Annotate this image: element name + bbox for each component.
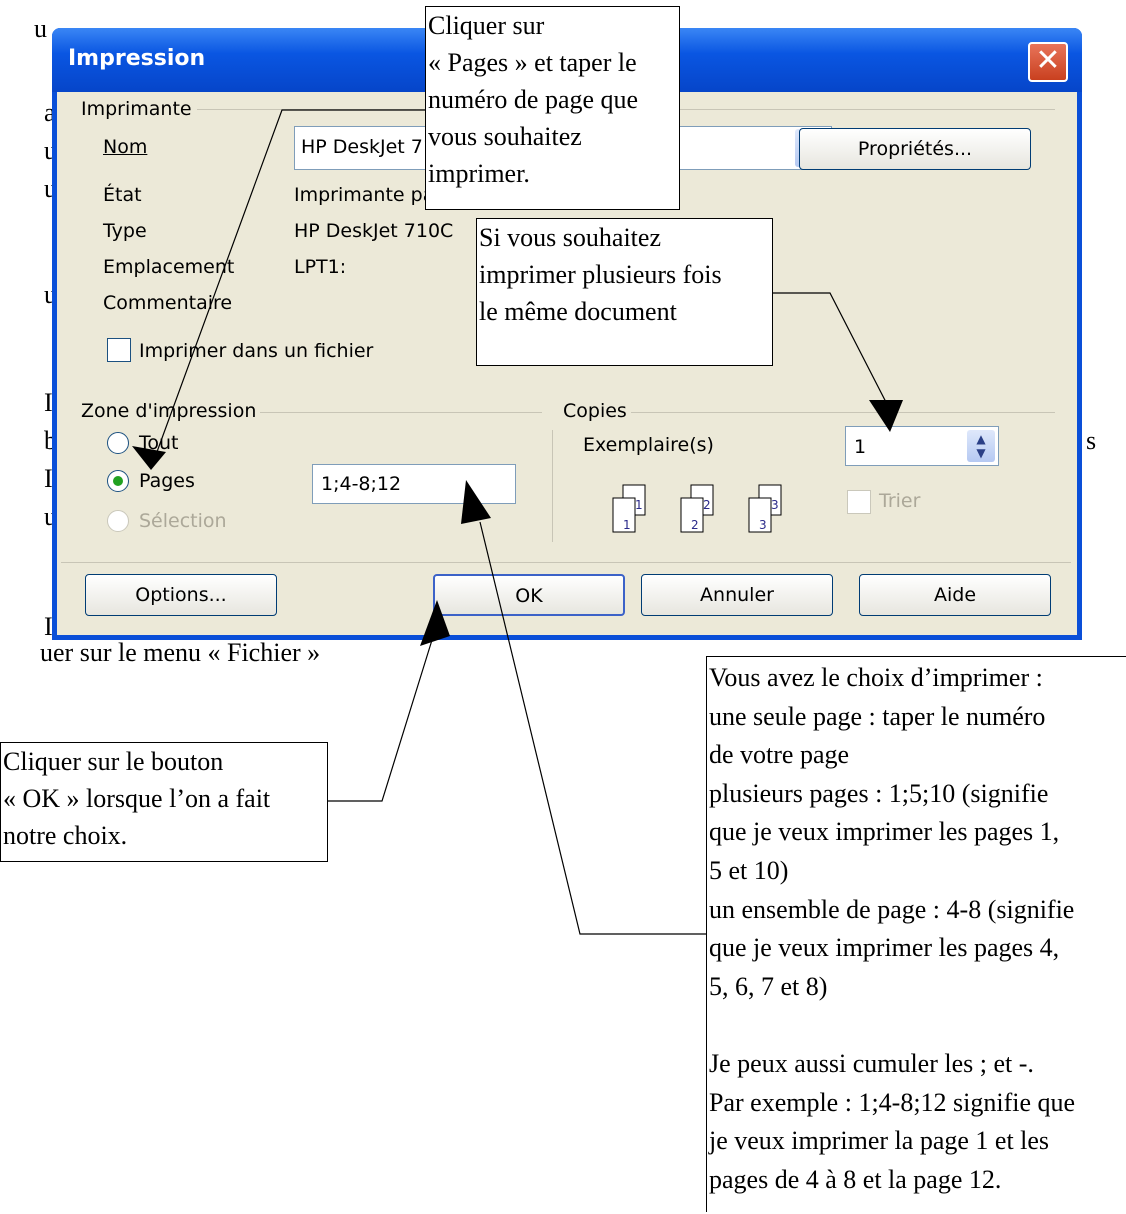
callout-leader-lines	[132, 109, 903, 935]
leader-line-range	[479, 521, 706, 935]
arrowhead-range	[461, 480, 491, 524]
arrowhead-ok	[420, 600, 450, 646]
arrowhead-copies	[869, 400, 903, 432]
arrowhead-pages	[132, 446, 166, 470]
leader-line-copies	[773, 292, 891, 411]
leader-line-pages	[153, 109, 425, 461]
leader-line-ok	[328, 639, 433, 802]
